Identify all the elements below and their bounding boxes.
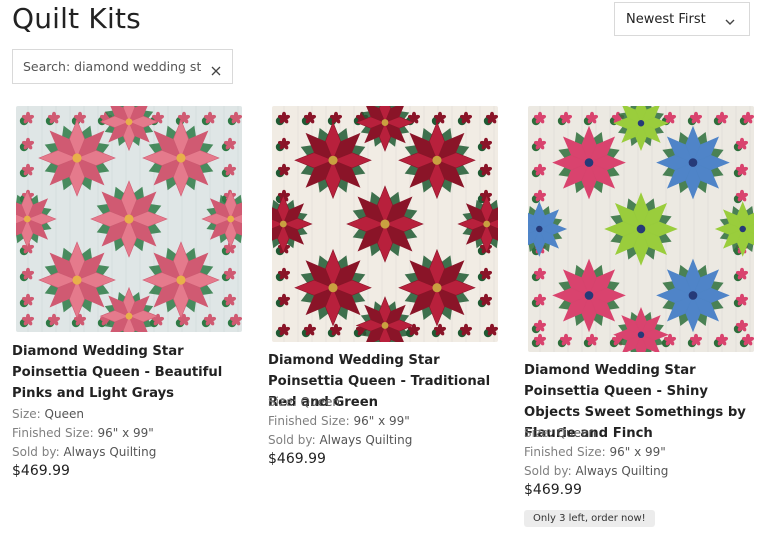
product-sold-by: Sold by: Always Quilting [12, 445, 157, 459]
product-title[interactable]: Diamond Wedding Star Poinsettia Queen - … [12, 341, 248, 404]
product-image[interactable] [16, 106, 242, 332]
poinsettia-star [38, 119, 116, 197]
product-card[interactable]: Diamond Wedding Star Poinsettia Queen - … [524, 106, 756, 536]
product-sold-by: Sold by: Always Quilting [268, 433, 413, 447]
poinsettia-star [604, 192, 678, 266]
poinsettia-star [552, 125, 626, 200]
poinsettia-star [294, 248, 372, 327]
product-price: $469.99 [12, 463, 70, 479]
sort-dropdown[interactable]: Newest First [614, 2, 750, 36]
poinsettia-star [398, 248, 476, 327]
search-input[interactable] [23, 59, 201, 74]
product-sold-by: Sold by: Always Quilting [524, 464, 669, 478]
product-image[interactable] [272, 106, 498, 342]
poinsettia-star [294, 121, 372, 200]
poinsettia-star [552, 258, 626, 333]
poinsettia-star [346, 185, 424, 263]
poinsettia-star [656, 258, 730, 333]
sort-selected-value: Newest First [626, 11, 706, 27]
poinsettia-star [656, 125, 730, 200]
product-size: Size: Queen [12, 407, 84, 421]
poinsettia-star [38, 241, 116, 319]
product-card[interactable]: Diamond Wedding Star Poinsettia Queen - … [268, 106, 500, 476]
search-field[interactable] [12, 49, 233, 84]
product-price: $469.99 [268, 451, 326, 467]
product-finished-size: Finished Size: 96" x 99" [12, 426, 154, 440]
product-size: Size: Queen [268, 395, 340, 409]
product-price: $469.99 [524, 482, 582, 498]
page-title: Quilt Kits [12, 2, 141, 35]
stock-badge: Only 3 left, order now! [524, 510, 655, 527]
product-finished-size: Finished Size: 96" x 99" [524, 445, 666, 459]
poinsettia-star [142, 241, 220, 319]
chevron-down-icon [725, 15, 735, 30]
product-finished-size: Finished Size: 96" x 99" [268, 414, 410, 428]
poinsettia-star [398, 121, 476, 200]
poinsettia-star [90, 180, 168, 258]
poinsettia-star [142, 119, 220, 197]
product-image[interactable] [528, 106, 754, 352]
close-icon[interactable] [211, 61, 221, 80]
product-card[interactable]: Diamond Wedding Star Poinsettia Queen - … [12, 106, 244, 486]
product-size: Size: Queen [524, 426, 596, 440]
